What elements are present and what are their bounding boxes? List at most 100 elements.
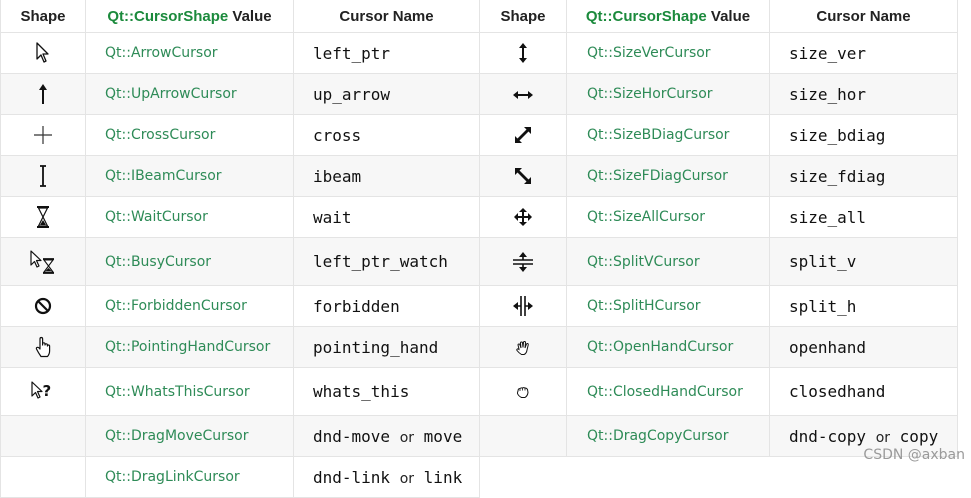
cursor-name: cross xyxy=(293,114,480,156)
cursor-value: Qt::UpArrowCursor xyxy=(85,73,294,115)
shape-cell xyxy=(0,415,86,457)
cursor-name: pointing_hand xyxy=(293,326,480,368)
cursor-value: Qt::DragCopyCursor xyxy=(566,415,770,457)
pointing-hand-cursor-icon xyxy=(35,336,51,358)
cursor-value: Qt::DragLinkCursor xyxy=(85,456,294,498)
cursor-name: dnd-link or link xyxy=(293,456,480,498)
header-cursor-name-2: Cursor Name xyxy=(769,0,958,33)
table-row: Qt::DragLinkCursor dnd-link or link xyxy=(0,456,958,498)
open-hand-cursor-icon xyxy=(516,340,529,355)
shape-cell xyxy=(479,326,567,368)
cursor-value: Qt::ClosedHandCursor xyxy=(566,367,770,416)
cursor-name: left_ptr xyxy=(293,32,480,74)
shape-cell xyxy=(479,114,567,156)
header-value-2: Qt::CursorShape Value xyxy=(566,0,770,33)
shape-cell xyxy=(0,73,86,115)
cursor-value: Qt::ForbiddenCursor xyxy=(85,285,294,327)
table-row: Qt::UpArrowCursor up_arrow Qt::SizeHorCu… xyxy=(0,73,958,115)
cursor-name: size_fdiag xyxy=(769,155,958,197)
table-header-row: Shape Qt::CursorShape Value Cursor Name … xyxy=(0,0,958,33)
shape-cell xyxy=(479,73,567,115)
cursor-value: Qt::CrossCursor xyxy=(85,114,294,156)
ibeam-cursor-icon xyxy=(40,165,46,187)
size-ver-cursor-icon xyxy=(519,43,527,63)
cursor-name: size_hor xyxy=(769,73,958,115)
header-value-prefix: Qt::CursorShape xyxy=(107,7,229,25)
cursor-name: size_bdiag xyxy=(769,114,958,156)
header-cursor-name: Cursor Name xyxy=(293,0,480,33)
header-value-suffix: Value xyxy=(706,7,751,25)
cursor-name: left_ptr_watch xyxy=(293,237,480,286)
shape-cell xyxy=(479,285,567,327)
cursor-name: forbidden xyxy=(293,285,480,327)
shape-cell xyxy=(479,32,567,74)
cursor-name-alias: move xyxy=(423,426,463,446)
watermark: CSDN @axban xyxy=(863,447,965,463)
cursor-value: Qt::DragMoveCursor xyxy=(85,415,294,457)
size-bdiag-cursor-icon xyxy=(515,127,531,144)
shape-cell xyxy=(0,285,86,327)
shape-cell xyxy=(0,155,86,197)
cursor-name-primary: dnd-link xyxy=(313,467,391,487)
header-value-prefix: Qt::CursorShape xyxy=(585,7,707,25)
shape-cell xyxy=(0,326,86,368)
cursor-name-or: or xyxy=(399,470,415,487)
cursor-value: Qt::PointingHandCursor xyxy=(85,326,294,368)
cursor-name: ibeam xyxy=(293,155,480,197)
shape-cell xyxy=(0,114,86,156)
cursor-name: size_ver xyxy=(769,32,958,74)
cross-cursor-icon xyxy=(34,126,52,144)
table-row: Qt::ArrowCursor left_ptr Qt::SizeVerCurs… xyxy=(0,32,958,74)
closed-hand-cursor-icon xyxy=(516,387,529,399)
busy-cursor-icon xyxy=(30,249,55,274)
cursor-value: Qt::OpenHandCursor xyxy=(566,326,770,368)
arrow-cursor-icon xyxy=(36,42,49,63)
cursor-value: Qt::IBeamCursor xyxy=(85,155,294,197)
shape-cell xyxy=(0,196,86,238)
table-row: Qt::WaitCursor wait Qt::SizeAllCursor si… xyxy=(0,196,958,238)
size-hor-cursor-icon xyxy=(513,90,533,99)
wait-cursor-icon xyxy=(37,206,49,228)
cursor-value: Qt::BusyCursor xyxy=(85,237,294,286)
size-all-cursor-icon xyxy=(514,208,532,226)
table-row: Qt::ForbiddenCursor forbidden Qt::SplitH… xyxy=(0,285,958,327)
cursor-name: openhand xyxy=(769,326,958,368)
table-row: ? Qt::WhatsThisCursor whats_this Qt::Clo… xyxy=(0,367,958,416)
table-row: Qt::PointingHandCursor pointing_hand Qt:… xyxy=(0,326,958,368)
cursor-name: split_h xyxy=(769,285,958,327)
cursor-name: dnd-move or move xyxy=(293,415,480,457)
shape-cell: ? xyxy=(0,367,86,416)
shape-cell xyxy=(479,155,567,197)
table-row: Qt::BusyCursor left_ptr_watch Qt::SplitV… xyxy=(0,237,958,286)
cursor-name: wait xyxy=(293,196,480,238)
cursor-name-primary: dnd-copy xyxy=(789,426,867,446)
cursor-value: Qt::WhatsThisCursor xyxy=(85,367,294,416)
table-row: Qt::DragMoveCursor dnd-move or move Qt::… xyxy=(0,415,958,457)
header-shape-2: Shape xyxy=(479,0,567,33)
cursor-value: Qt::SplitHCursor xyxy=(566,285,770,327)
header-value-suffix: Value xyxy=(228,7,272,25)
cursor-value: Qt::SizeBDiagCursor xyxy=(566,114,770,156)
cursor-name-or: or xyxy=(875,429,891,446)
cursor-value: Qt::SizeHorCursor xyxy=(566,73,770,115)
shape-cell xyxy=(479,367,567,416)
cursor-name-alias: copy xyxy=(899,426,939,446)
cursor-value: Qt::SizeAllCursor xyxy=(566,196,770,238)
cursor-shape-table: Shape Qt::CursorShape Value Cursor Name … xyxy=(0,0,958,498)
cursor-name-alias: link xyxy=(423,467,463,487)
forbidden-cursor-icon xyxy=(34,297,52,315)
header-value: Qt::CursorShape Value xyxy=(85,0,294,33)
shape-cell xyxy=(0,456,86,498)
split-v-cursor-icon xyxy=(513,251,533,272)
cursor-value: Qt::SizeFDiagCursor xyxy=(566,155,770,197)
cursor-value: Qt::SplitVCursor xyxy=(566,237,770,286)
cursor-name: size_all xyxy=(769,196,958,238)
shape-cell xyxy=(479,196,567,238)
svg-text:?: ? xyxy=(43,382,52,400)
cursor-name: split_v xyxy=(769,237,958,286)
shape-cell xyxy=(479,237,567,286)
whats-this-cursor-icon: ? xyxy=(31,380,52,400)
cursor-name: whats_this xyxy=(293,367,480,416)
up-arrow-cursor-icon xyxy=(39,84,47,104)
cursor-name: up_arrow xyxy=(293,73,480,115)
